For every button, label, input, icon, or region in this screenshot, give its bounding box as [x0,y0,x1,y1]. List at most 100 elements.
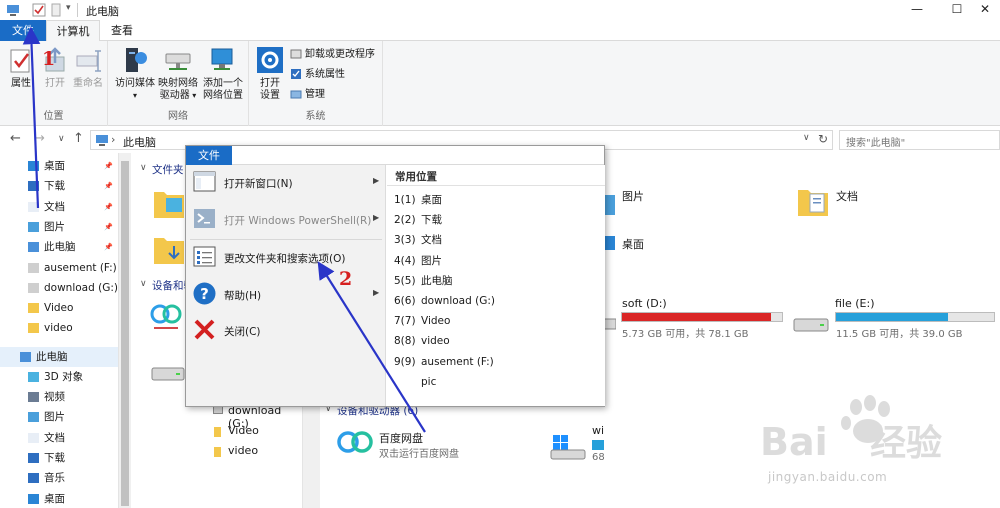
computer-icon [96,135,108,146]
collapse-chevron-icon[interactable]: ∨ [140,163,147,173]
frequent-place-item[interactable]: 2(2) 下载 [394,210,442,230]
forward-arrow-icon[interactable]: → [34,131,45,146]
search-box[interactable]: 搜索"此电脑" [839,130,1000,150]
drive-name-partial[interactable]: wi [592,424,604,437]
drive-icon[interactable] [150,362,186,384]
nav-item[interactable]: video [0,318,118,338]
nav-item[interactable]: 图片 📌 [0,217,118,237]
tab-computer[interactable]: 计算机 [46,20,100,41]
nav-item[interactable]: 图片 [0,407,118,427]
pin-icon[interactable]: 📌 [104,176,113,196]
frequent-place-item[interactable]: pic [394,372,436,392]
breadcrumb-chevron-icon[interactable]: › [111,133,115,146]
nav-item-label: download (G:) [44,281,118,294]
manage-button[interactable]: 管理 [290,87,325,103]
baidu-netdisk-icon[interactable] [336,428,374,458]
quick-access-dropdown[interactable]: ▾ [66,3,71,17]
folder-item-label[interactable]: 桌面 [622,236,644,252]
file-menu-item[interactable]: 更改文件夹和搜索选项(O) [186,240,386,276]
drive-name[interactable]: file (E:) [835,297,875,310]
folders-group-header[interactable]: 文件夹 [152,162,184,177]
properties-button[interactable]: 属性 [6,45,36,90]
nav-item[interactable]: 文档 [0,428,118,448]
breadcrumb[interactable]: 此电脑 [123,134,156,150]
3d-objects-folder-icon[interactable] [152,186,186,222]
list-item[interactable]: Video [228,424,259,437]
nav-item[interactable]: 此电脑 📌 [0,237,118,257]
frequent-place-item[interactable]: 1(1) 桌面 [394,190,442,210]
rename-button[interactable]: 重命名 [72,45,104,90]
refresh-icon[interactable]: ↻ [818,132,828,146]
nav-item[interactable]: download (G:) [0,278,118,298]
nav-item[interactable]: 文档 📌 [0,197,118,217]
nav-item[interactable]: 3D 对象 [0,367,118,387]
video-icon [28,392,39,402]
frequent-place-item[interactable]: 8(8) video [394,331,450,351]
up-arrow-icon[interactable]: ↑ [73,131,84,146]
drive-name[interactable]: soft (D:) [622,297,667,310]
pin-icon[interactable]: 📌 [104,156,113,176]
file-menu-item-label: 打开 Windows PowerShell(R) [224,215,372,227]
nav-item[interactable]: 下载 📌 [0,176,118,196]
nav-item[interactable]: 视频 [0,387,118,407]
add-network-label-1: 添加一个 [203,78,243,89]
drive-space-info-partial: 68 [592,452,605,463]
nav-item[interactable]: 桌面 📌 [0,156,118,176]
downloads-folder-icon[interactable] [152,232,186,268]
frequent-place-item[interactable]: 6(6) download (G:) [394,291,495,311]
nav-item-this-pc[interactable]: 此电脑 [0,346,118,367]
open-settings-button[interactable]: 打开 设置 [255,45,285,102]
pin-icon[interactable]: 📌 [104,237,113,257]
frequent-place-item[interactable]: 3(3) 文档 [394,230,442,250]
documents-folder-icon[interactable] [796,184,830,220]
uninstall-icon [290,49,302,59]
pin-icon[interactable]: 📌 [104,197,113,217]
file-menu-item[interactable]: 打开 Windows PowerShell(R) ▶ [186,202,386,238]
picture-icon [28,221,39,232]
drive-icon[interactable] [604,315,616,333]
list-item[interactable]: video [228,444,258,457]
navigation-pane-scrollbar[interactable] [118,153,131,508]
access-media-button[interactable]: 访问媒体 ▾ [114,45,156,102]
recent-locations-chevron-icon[interactable]: ∨ [58,134,65,144]
uninstall-programs-button[interactable]: 卸载或更改程序 [290,47,375,63]
properties-check-icon[interactable] [32,3,46,17]
frequent-place-item[interactable]: 9(9) ausement (F:) [394,352,494,372]
back-arrow-icon[interactable]: ← [10,131,21,146]
new-folder-icon[interactable] [50,3,62,17]
file-menu-item[interactable]: 打开新窗口(N) ▶ [186,165,386,201]
pin-icon[interactable]: 📌 [104,217,113,237]
nav-item[interactable]: ausement (F:) [0,258,118,278]
file-menu-tab[interactable]: 文件 [186,146,232,165]
picture-icon [28,412,39,423]
tab-file[interactable]: 文件 [0,20,46,41]
nav-item-label: 文档 [44,431,65,444]
scrollbar-thumb[interactable] [121,161,129,506]
nav-item[interactable]: 桌面 [0,489,118,508]
file-menu-item[interactable]: ? 帮助(H) ▶ [186,277,386,313]
frequent-place-item[interactable]: 7(7) Video [394,311,450,331]
baidu-netdisk-icon[interactable] [150,300,182,332]
windows-drive-icon[interactable] [549,433,589,461]
map-network-drive-button[interactable]: 映射网络 驱动器 ▾ [156,45,200,102]
content-scrollbar[interactable] [302,400,320,508]
address-dropdown-icon[interactable]: ∨ [803,133,810,143]
add-network-location-button[interactable]: 添加一个 网络位置 [201,45,245,102]
frequent-place-item[interactable]: 5(5) 此电脑 [394,271,453,291]
nav-item[interactable]: Video [0,298,118,318]
close-window-button[interactable]: ✕ [964,0,1000,20]
baidu-netdisk-name[interactable]: 百度网盘 [379,430,423,446]
tab-view[interactable]: 查看 [100,20,144,41]
folder-item-label[interactable]: 图片 [622,188,644,204]
minimize-button[interactable]: — [896,0,938,20]
system-properties-button[interactable]: 系统属性 [290,67,345,83]
frequent-place-item[interactable]: 4(4) 图片 [394,251,442,271]
nav-item-label: 视频 [44,391,65,403]
file-menu-item[interactable]: 关闭(C) [186,313,386,349]
divider [190,239,382,240]
collapse-chevron-icon[interactable]: ∨ [140,279,147,289]
folder-item-label[interactable]: 文档 [836,188,858,204]
drive-icon[interactable] [792,312,830,336]
nav-item[interactable]: 音乐 [0,468,118,488]
nav-item[interactable]: 下载 [0,448,118,468]
